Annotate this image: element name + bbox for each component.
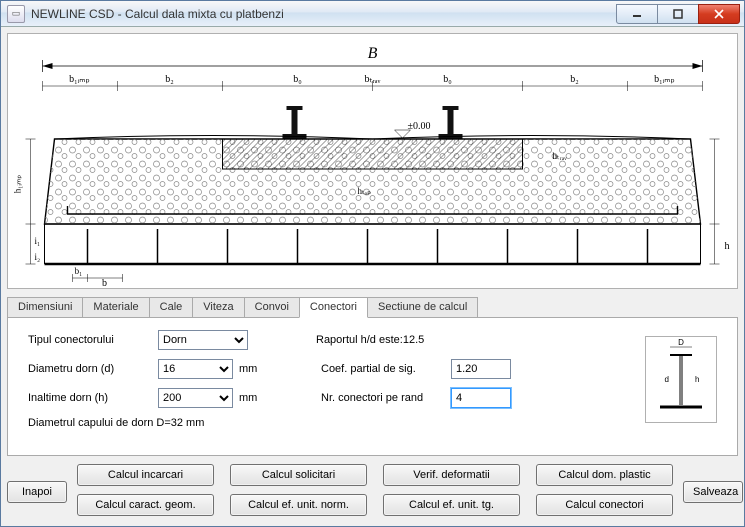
- button-inapoi[interactable]: Inapoi: [7, 481, 67, 503]
- button-calcul-solicitari[interactable]: Calcul solicitari: [230, 464, 367, 486]
- button-calcul-incarcari[interactable]: Calcul incarcari: [77, 464, 214, 486]
- client-area: B b₁ᵢₘₚ b₂ b₀ bₜᵣₐᵥ b₀ b₂ b₁ᵢₘ: [1, 27, 744, 526]
- svg-text:hₜᵣₐᵥ: hₜᵣₐᵥ: [553, 151, 568, 161]
- tab-page-conectori: Tipul conectorului Dorn Raportul h/d est…: [7, 318, 738, 456]
- label-nr-conectori: Nr. conectori pe rand: [321, 392, 451, 404]
- cross-section-diagram: B b₁ᵢₘₚ b₂ b₀ bₜᵣₐᵥ b₀ b₂ b₁ᵢₘ: [7, 33, 738, 289]
- tab-sectiune[interactable]: Sectiune de calcul: [367, 297, 478, 317]
- svg-text:i₁: i₁: [35, 236, 41, 246]
- svg-text:b₀: b₀: [293, 74, 302, 85]
- tab-materiale[interactable]: Materiale: [82, 297, 149, 317]
- maximize-icon: [673, 9, 683, 19]
- tab-cale[interactable]: Cale: [149, 297, 194, 317]
- minimize-icon: [632, 9, 642, 19]
- connector-schematic: D h d: [645, 336, 717, 423]
- label-coef-partial: Coef. partial de sig.: [321, 363, 451, 375]
- svg-text:b₁ᵢₘₚ: b₁ᵢₘₚ: [69, 74, 90, 85]
- svg-text:i₂: i₂: [35, 252, 41, 262]
- button-calcul-caract-geom[interactable]: Calcul caract. geom.: [77, 494, 214, 516]
- svg-text:h: h: [725, 241, 730, 252]
- app-icon: ▭: [7, 5, 25, 23]
- unit-inaltime: mm: [239, 392, 279, 404]
- button-salveaza[interactable]: Salveaza: [683, 481, 743, 503]
- svg-text:b₂: b₂: [165, 74, 174, 85]
- select-tip-conector[interactable]: Dorn: [158, 330, 248, 350]
- tab-dimensiuni[interactable]: Dimensiuni: [7, 297, 83, 317]
- svg-text:hₜₒₚ: hₜₒₚ: [358, 186, 372, 196]
- svg-text:b₁ᵢₘₚ: b₁ᵢₘₚ: [654, 74, 675, 85]
- button-calcul-dom-plastic[interactable]: Calcul dom. plastic: [536, 464, 673, 486]
- tab-viteza[interactable]: Viteza: [192, 297, 244, 317]
- minimize-button[interactable]: [616, 4, 658, 24]
- button-verif-deformatii[interactable]: Verif. deformatii: [383, 464, 520, 486]
- svg-text:d: d: [665, 375, 669, 384]
- svg-text:D: D: [678, 338, 684, 347]
- button-calcul-ef-unit-norm[interactable]: Calcul ef. unit. norm.: [230, 494, 367, 516]
- svg-text:b₂: b₂: [570, 74, 579, 85]
- svg-text:±0.00: ±0.00: [408, 121, 431, 132]
- label-B: B: [368, 45, 378, 62]
- unit-diametru: mm: [239, 363, 279, 375]
- label-tip-conector: Tipul conectorului: [28, 334, 158, 346]
- svg-text:h: h: [695, 375, 699, 384]
- label-diametru-cap: Diametrul capului de dorn D=32 mm: [28, 417, 204, 429]
- svg-text:b₁: b₁: [75, 266, 83, 276]
- tab-conectori[interactable]: Conectori: [299, 297, 368, 318]
- svg-text:b: b: [102, 278, 107, 288]
- tabbar: Dimensiuni Materiale Cale Viteza Convoi …: [7, 297, 738, 318]
- button-calcul-conectori[interactable]: Calcul conectori: [536, 494, 673, 516]
- close-button[interactable]: [698, 4, 740, 24]
- svg-text:b₀: b₀: [443, 74, 452, 85]
- label-diametru-dorn: Diametru dorn (d): [28, 363, 158, 375]
- tab-convoi[interactable]: Convoi: [244, 297, 300, 317]
- window-title: NEWLINE CSD - Calcul dala mixta cu platb…: [31, 7, 617, 21]
- label-inaltime-dorn: Inaltime dorn (h): [28, 392, 158, 404]
- titlebar[interactable]: ▭ NEWLINE CSD - Calcul dala mixta cu pla…: [1, 1, 744, 27]
- button-calcul-ef-unit-tg[interactable]: Calcul ef. unit. tg.: [383, 494, 520, 516]
- maximize-button[interactable]: [657, 4, 699, 24]
- select-diametru-dorn[interactable]: 16: [158, 359, 233, 379]
- main-window: ▭ NEWLINE CSD - Calcul dala mixta cu pla…: [0, 0, 745, 527]
- input-nr-conectori[interactable]: [451, 388, 511, 408]
- input-coef-partial[interactable]: [451, 359, 511, 379]
- select-inaltime-dorn[interactable]: 200: [158, 388, 233, 408]
- svg-text:h₁ᵢₘₚ: h₁ᵢₘₚ: [13, 175, 23, 194]
- svg-text:bₜᵣₐᵥ: bₜᵣₐᵥ: [365, 74, 381, 85]
- calc-button-grid: Calcul incarcari Calcul solicitari Verif…: [77, 464, 673, 520]
- action-row: Inapoi Calcul incarcari Calcul solicitar…: [7, 464, 738, 520]
- close-icon: [714, 9, 724, 19]
- label-raport-hd: Raportul h/d este:12.5: [316, 334, 446, 346]
